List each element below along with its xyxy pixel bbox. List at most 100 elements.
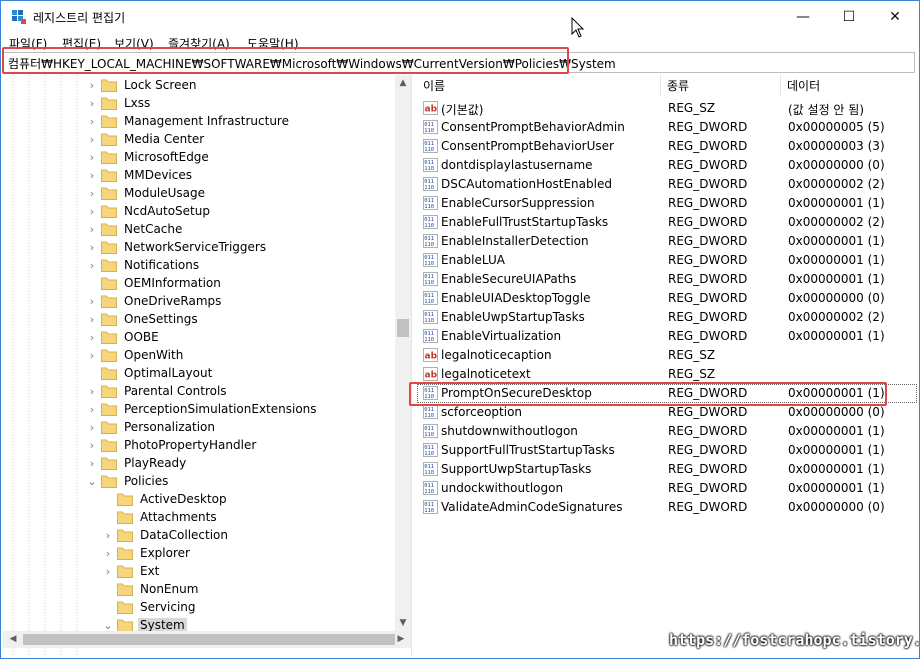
expand-chevron-icon[interactable]: › [87, 310, 97, 328]
tree-item[interactable]: Attachments [103, 508, 219, 526]
value-row[interactable]: 011 110 EnableInstallerDetection REG_DWORD 0… [417, 232, 917, 251]
expand-chevron-icon[interactable]: › [87, 454, 97, 472]
column-header-name[interactable]: 이름 [417, 75, 661, 97]
tree-item[interactable]: › Lock Screen [87, 76, 198, 94]
value-name: EnableInstallerDetection [441, 234, 589, 248]
tree-item[interactable]: › MMDevices [87, 166, 194, 184]
minimize-button[interactable]: — [780, 1, 826, 33]
value-type: REG_DWORD [668, 234, 748, 248]
tree-item[interactable]: › NetCache [87, 220, 184, 238]
tree-scroll-thumb[interactable] [397, 319, 409, 337]
expand-chevron-icon[interactable]: › [87, 400, 97, 418]
tree-item[interactable]: › Media Center [87, 130, 206, 148]
value-row[interactable]: 011 110 EnableUwpStartupTasks REG_DWORD 0x00… [417, 308, 917, 327]
expand-chevron-icon[interactable]: › [87, 184, 97, 202]
expand-chevron-icon[interactable]: › [103, 562, 113, 580]
close-button[interactable]: ✕ [872, 1, 918, 33]
value-type: REG_DWORD [668, 139, 748, 153]
value-row[interactable]: 011 110 EnableFullTrustStartupTasks REG_DWO… [417, 213, 917, 232]
tree-item[interactable]: › PhotoPropertyHandler [87, 436, 258, 454]
tree-item[interactable]: OptimalLayout [87, 364, 214, 382]
expand-chevron-icon[interactable]: › [103, 544, 113, 562]
tree-item[interactable]: › OneDriveRamps [87, 292, 223, 310]
column-header-data[interactable]: 데이터 [781, 75, 917, 97]
tree-item[interactable]: › OneSettings [87, 310, 200, 328]
tree-item[interactable]: NonEnum [103, 580, 200, 598]
expand-chevron-icon[interactable]: › [87, 328, 97, 346]
expand-chevron-icon[interactable]: › [87, 382, 97, 400]
tree-item[interactable]: › Lxss [87, 94, 152, 112]
folder-icon [101, 259, 117, 272]
expand-chevron-icon[interactable]: › [87, 256, 97, 274]
value-row[interactable]: 011 110 DSCAutomationHostEnabled REG_DWORD 0… [417, 175, 917, 194]
column-header-type[interactable]: 종류 [661, 75, 781, 97]
value-name: legalnoticecaption [441, 348, 552, 362]
value-type: REG_DWORD [668, 329, 748, 343]
expand-chevron-icon[interactable]: › [87, 112, 97, 130]
expand-chevron-icon[interactable]: › [87, 148, 97, 166]
collapse-chevron-icon[interactable]: ⌄ [87, 472, 97, 490]
value-row[interactable]: 011 110 EnableSecureUIAPaths REG_DWORD 0x000… [417, 270, 917, 289]
value-row[interactable]: 011 110 dontdisplaylastusername REG_DWORD 0x… [417, 156, 917, 175]
expand-chevron-icon[interactable]: › [87, 220, 97, 238]
expand-chevron-icon[interactable]: › [87, 130, 97, 148]
expand-chevron-icon[interactable]: › [87, 238, 97, 256]
tree-item[interactable]: › NetworkServiceTriggers [87, 238, 268, 256]
expand-chevron-icon[interactable]: › [103, 526, 113, 544]
expand-chevron-icon[interactable]: › [87, 202, 97, 220]
tree-item[interactable]: › Management Infrastructure [87, 112, 291, 130]
value-name: (기본값) [441, 103, 484, 117]
tree-item[interactable]: › PerceptionSimulationExtensions [87, 400, 319, 418]
tree-item[interactable]: › MicrosoftEdge [87, 148, 211, 166]
expand-chevron-icon[interactable]: › [87, 166, 97, 184]
value-row[interactable]: 011 110 ConsentPromptBehaviorUser REG_DWORD… [417, 137, 917, 156]
value-row[interactable]: 011 110 SupportFullTrustStartupTasks REG_DW… [417, 441, 917, 460]
value-row[interactable]: ab (기본값) REG_SZ (값 설정 안 됨) [417, 99, 917, 118]
value-row[interactable]: 011 110 undockwithoutlogon REG_DWORD 0x00000… [417, 479, 917, 498]
expand-chevron-icon[interactable]: › [87, 418, 97, 436]
tree-item[interactable]: › OOBE [87, 328, 161, 346]
key-tree-pane[interactable]: › Lock Screen › Lxss › Management Infrastruct… [3, 75, 411, 656]
expand-chevron-icon[interactable]: › [87, 436, 97, 454]
title-bar[interactable]: 레지스트리 편집기 — ☐ ✕ [1, 1, 919, 33]
tree-item[interactable]: OEMInformation [87, 274, 223, 292]
expand-chevron-icon[interactable]: › [87, 94, 97, 112]
tree-item[interactable]: › OpenWith [87, 346, 185, 364]
scroll-down-icon[interactable]: ▼ [395, 615, 411, 631]
tree-item[interactable]: › Parental Controls [87, 382, 229, 400]
expand-chevron-icon[interactable]: › [87, 76, 97, 94]
tree-item[interactable]: › ModuleUsage [87, 184, 207, 202]
tree-item[interactable]: ⌄ Policies [87, 472, 170, 490]
value-row[interactable]: ab legalnoticecaption REG_SZ [417, 346, 917, 365]
tree-item[interactable]: › PlayReady [87, 454, 188, 472]
value-row[interactable]: 011 110 SupportUwpStartupTasks REG_DWORD 0x0… [417, 460, 917, 479]
scroll-left-icon[interactable]: ◀ [5, 631, 21, 647]
value-row[interactable]: 011 110 EnableVirtualization REG_DWORD 0x000… [417, 327, 917, 346]
tree-item[interactable]: Servicing [103, 598, 198, 616]
expand-chevron-icon[interactable]: › [87, 346, 97, 364]
tree-item[interactable]: › Explorer [103, 544, 192, 562]
value-row[interactable]: 011 110 shutdownwithoutlogon REG_DWORD 0x000… [417, 422, 917, 441]
tree-item[interactable]: › NcdAutoSetup [87, 202, 212, 220]
tree-hscroll-thumb[interactable] [23, 634, 395, 645]
values-list-pane[interactable]: 이름 종류 데이터 ab (기본값) REG_SZ (값 설정 안 됨) 011 110 C… [417, 75, 917, 656]
value-row[interactable]: 011 110 EnableLUA REG_DWORD 0x00000001 (1) [417, 251, 917, 270]
expand-chevron-icon[interactable]: › [87, 292, 97, 310]
tree-horizontal-scrollbar[interactable]: ◀ ▶ [3, 631, 411, 648]
value-row[interactable]: 011 110 ConsentPromptBehaviorAdmin REG_DWOR… [417, 118, 917, 137]
maximize-button[interactable]: ☐ [826, 1, 872, 33]
tree-vertical-scrollbar[interactable]: ▲ ▼ [395, 75, 411, 631]
no-expander [87, 364, 97, 382]
scroll-up-icon[interactable]: ▲ [395, 75, 411, 91]
tree-item[interactable]: › DataCollection [103, 526, 230, 544]
value-row[interactable]: 011 110 EnableUIADesktopToggle REG_DWORD 0x0… [417, 289, 917, 308]
scroll-right-icon[interactable]: ▶ [393, 631, 409, 647]
tree-item[interactable]: › Ext [103, 562, 161, 580]
tree-item[interactable]: › Personalization [87, 418, 217, 436]
folder-icon [101, 277, 117, 290]
value-data: 0x00000005 (5) [788, 120, 885, 134]
value-row[interactable]: 011 110 EnableCursorSuppression REG_DWORD 0x… [417, 194, 917, 213]
tree-item[interactable]: ActiveDesktop [103, 490, 229, 508]
tree-item[interactable]: › Notifications [87, 256, 201, 274]
value-row[interactable]: 011 110 ValidateAdminCodeSignatures REG_DWO… [417, 498, 917, 517]
